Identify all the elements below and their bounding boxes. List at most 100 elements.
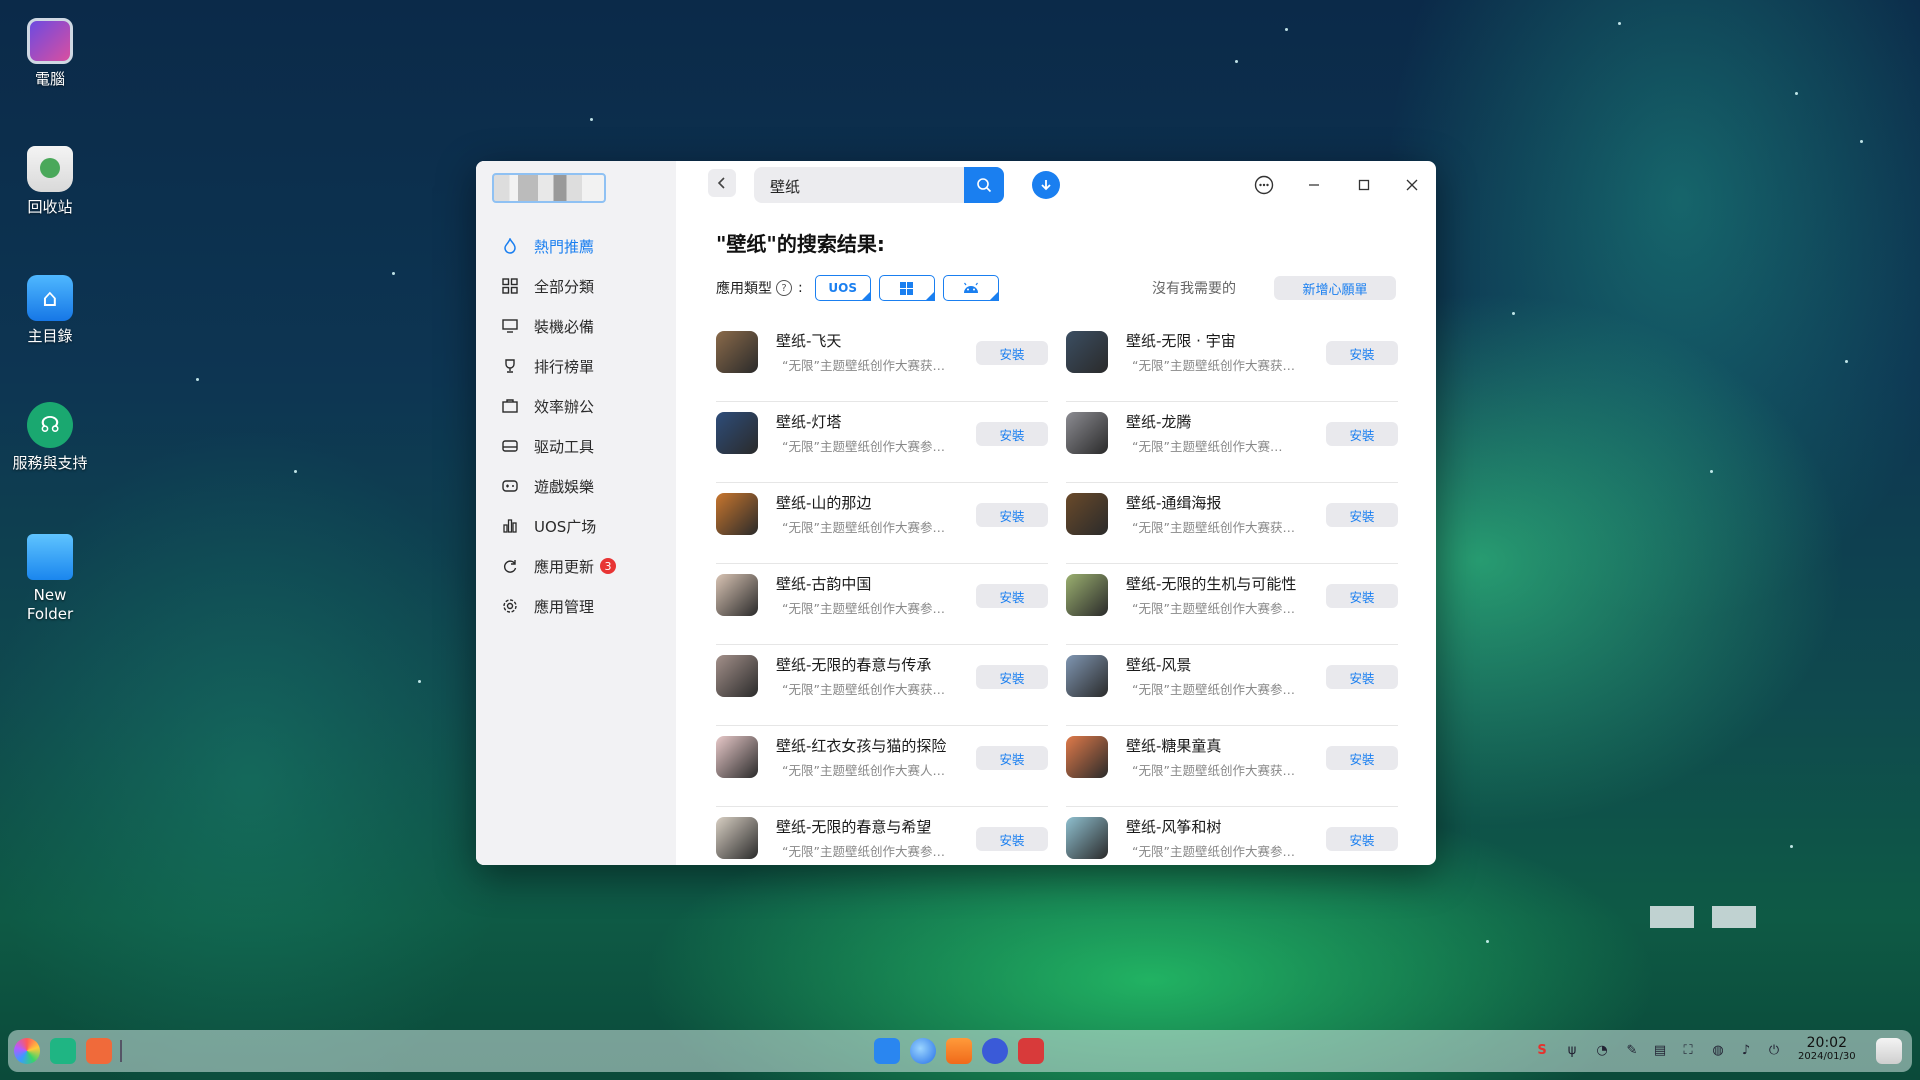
app-card[interactable]: 壁纸-红衣女孩与猫的探险 “无限”主题壁纸创作大赛人… 安裝	[716, 726, 1048, 807]
install-button[interactable]: 安裝	[976, 503, 1048, 527]
app-card[interactable]: 壁纸-通缉海报 “无限”主题壁纸创作大赛获… 安裝	[1066, 483, 1398, 564]
app-card[interactable]: 壁纸-灯塔 “无限”主题壁纸创作大赛参… 安裝	[716, 402, 1048, 483]
sidebar-item-label: 效率辦公	[534, 397, 595, 416]
install-button[interactable]: 安裝	[1326, 746, 1398, 770]
file-manager-icon[interactable]	[874, 1038, 900, 1064]
app-card[interactable]: 壁纸-风筝和树 “无限”主题壁纸创作大赛参… 安裝	[1066, 807, 1398, 865]
sidebar-item-3[interactable]: 排行榜單	[500, 346, 660, 386]
app-name: 壁纸-糖果童真	[1126, 737, 1222, 755]
network-icon[interactable]: ◔	[1594, 1043, 1610, 1059]
app-card[interactable]: 壁纸-无限的春意与传承 “无限”主题壁纸创作大赛获… 安裝	[716, 645, 1048, 726]
install-button[interactable]: 安裝	[976, 584, 1048, 608]
update-count-badge: 3	[600, 558, 617, 574]
desktop-icon-trash[interactable]: 回收站	[10, 146, 90, 217]
main-content: 壁纸 "壁纸"的搜索结果: 應用類型 ? : UOS 沒有我需要的 新增心願單 …	[676, 161, 1436, 865]
install-button[interactable]: 安裝	[976, 422, 1048, 446]
app-thumbnail	[716, 736, 758, 778]
help-icon[interactable]: ?	[776, 280, 792, 296]
search-button[interactable]	[964, 167, 1004, 203]
install-button[interactable]: 安裝	[1326, 584, 1398, 608]
sidebar-item-7[interactable]: UOS广场	[500, 506, 660, 546]
sidebar-item-2[interactable]: 裝機必備	[500, 306, 660, 346]
maximize-button[interactable]	[1350, 171, 1378, 199]
notification-bell-icon[interactable]: ♪	[1738, 1043, 1754, 1059]
app-thumbnail	[1066, 736, 1108, 778]
account-avatar[interactable]	[492, 173, 606, 203]
search-input[interactable]: 壁纸	[754, 167, 1004, 203]
browser-icon[interactable]	[910, 1038, 936, 1064]
taskbar: S ψ ◔ ✎ ▤ ⛶ ◍ ♪ ⏻ 20:02 2024/01/30	[8, 1030, 1912, 1072]
terminal-icon[interactable]	[1018, 1038, 1044, 1064]
install-button[interactable]: 安裝	[1326, 827, 1398, 851]
install-button[interactable]: 安裝	[976, 665, 1048, 689]
app-card[interactable]: 壁纸-无限的生机与可能性 “无限”主题壁纸创作大赛参… 安裝	[1066, 564, 1398, 645]
sidebar-item-0[interactable]: 熱門推薦	[500, 226, 660, 266]
blur-block	[1650, 906, 1694, 928]
install-button[interactable]: 安裝	[1326, 341, 1398, 365]
install-button[interactable]: 安裝	[1326, 503, 1398, 527]
search-value: 壁纸	[770, 178, 801, 196]
sidebar-item-4[interactable]: 效率辦公	[500, 386, 660, 426]
wishlist-button[interactable]: 新增心願單	[1274, 276, 1396, 300]
app-name: 壁纸-风筝和树	[1126, 818, 1222, 836]
control-center-icon[interactable]	[982, 1038, 1008, 1064]
need-text: 沒有我需要的	[1152, 281, 1236, 297]
sidebar-item-5[interactable]: 驱动工具	[500, 426, 660, 466]
folder-icon	[27, 534, 73, 580]
app-thumbnail	[1066, 817, 1108, 859]
multitask-view-icon[interactable]	[50, 1038, 76, 1064]
filter-chip-android[interactable]	[942, 275, 999, 301]
storage-icon[interactable]: ▤	[1652, 1043, 1668, 1059]
filter-chip-uos[interactable]: UOS	[814, 275, 871, 301]
app-store-icon[interactable]	[946, 1038, 972, 1064]
desktop-icon-home[interactable]: ⌂ 主目錄	[10, 275, 90, 346]
app-thumbnail	[1066, 412, 1108, 454]
desktop-icon-new-folder[interactable]: New Folder	[10, 534, 90, 624]
download-button[interactable]	[1032, 171, 1060, 199]
gear-icon	[500, 596, 520, 616]
minimize-icon	[1309, 184, 1319, 186]
trash-tray-icon[interactable]	[1876, 1038, 1902, 1064]
sidebar-item-8[interactable]: 應用更新 3	[500, 546, 660, 586]
audio-icon[interactable]: ◍	[1710, 1043, 1726, 1059]
app-thumbnail	[716, 331, 758, 373]
input-method-icon[interactable]: S	[1534, 1043, 1550, 1059]
app-name: 壁纸-无限 · 宇宙	[1126, 332, 1236, 350]
launcher-icon[interactable]	[14, 1038, 40, 1064]
close-icon	[1406, 179, 1418, 191]
install-button[interactable]: 安裝	[1326, 665, 1398, 689]
minimize-button[interactable]	[1300, 171, 1328, 199]
install-button[interactable]: 安裝	[976, 746, 1048, 770]
app-card[interactable]: 壁纸-糖果童真 “无限”主题壁纸创作大赛获… 安裝	[1066, 726, 1398, 807]
close-button[interactable]	[1398, 171, 1426, 199]
clock[interactable]: 20:02 2024/01/30	[1798, 1035, 1856, 1062]
uos-logo: UOS	[828, 281, 858, 295]
usb-icon[interactable]: ψ	[1564, 1043, 1580, 1059]
install-button[interactable]: 安裝	[976, 827, 1048, 851]
power-icon[interactable]: ⏻	[1766, 1043, 1782, 1059]
download-arrow-icon	[1041, 180, 1051, 191]
back-button[interactable]	[708, 169, 736, 197]
app-card[interactable]: 壁纸-风景 “无限”主题壁纸创作大赛参… 安裝	[1066, 645, 1398, 726]
screenshot-icon[interactable]: ⛶	[1680, 1043, 1696, 1059]
app-card[interactable]: 壁纸-古韵中国 “无限”主题壁纸创作大赛参… 安裝	[716, 564, 1048, 645]
app-card[interactable]: 壁纸-无限 · 宇宙 “无限”主题壁纸创作大赛获… 安裝	[1066, 321, 1398, 402]
app-card[interactable]: 壁纸-无限的春意与希望 “无限”主题壁纸创作大赛参… 安裝	[716, 807, 1048, 865]
install-button[interactable]: 安裝	[976, 341, 1048, 365]
app-card[interactable]: 壁纸-龙腾 “无限”主题壁纸创作大赛… 安裝	[1066, 402, 1398, 483]
workspace-icon[interactable]	[86, 1038, 112, 1064]
app-card[interactable]: 壁纸-山的那边 “无限”主题壁纸创作大赛参… 安裝	[716, 483, 1048, 564]
desktop-icon-label: 服務與支持	[12, 454, 88, 472]
sidebar-item-1[interactable]: 全部分類	[500, 266, 660, 306]
sidebar-item-9[interactable]: 應用管理	[500, 586, 660, 626]
app-name: 壁纸-无限的生机与可能性	[1126, 575, 1297, 593]
menu-button[interactable]	[1250, 171, 1278, 199]
install-button[interactable]: 安裝	[1326, 422, 1398, 446]
desktop-icon-label: 主目錄	[27, 327, 73, 345]
filter-chip-windows[interactable]	[878, 275, 935, 301]
desktop-icon-computer[interactable]: 電腦	[10, 18, 90, 89]
desktop-icon-support[interactable]: ☊ 服務與支持	[10, 402, 90, 473]
app-card[interactable]: 壁纸-飞天 “无限”主题壁纸创作大赛获… 安裝	[716, 321, 1048, 402]
sidebar-item-6[interactable]: 遊戲娛樂	[500, 466, 660, 506]
pen-icon[interactable]: ✎	[1624, 1043, 1640, 1059]
